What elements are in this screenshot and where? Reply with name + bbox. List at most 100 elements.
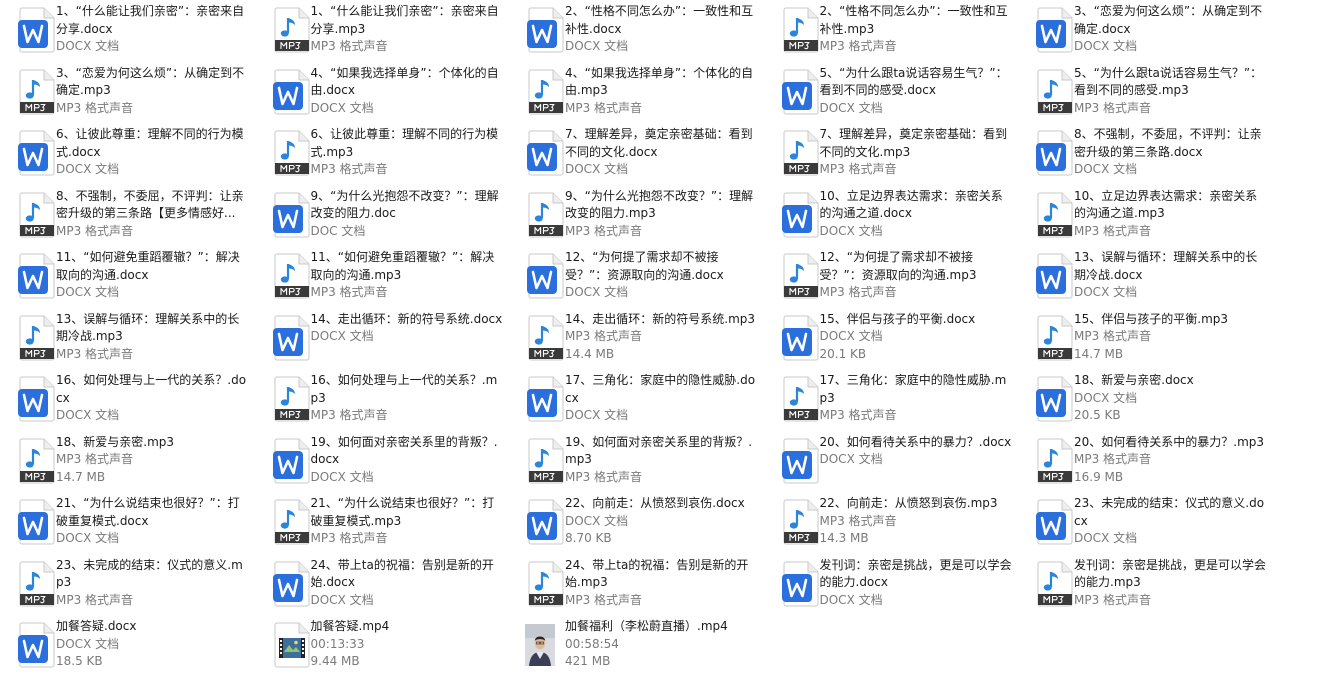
file-item[interactable]: 6、让彼此尊重：理解不同的行为模式.docx DOCX 文档: [0, 125, 250, 186]
file-item[interactable]: 6、让彼此尊重：理解不同的行为模式.mp3 MP3 格式声音: [255, 125, 505, 186]
file-item[interactable]: 1、“什么能让我们亲密”：亲密来自分享.docx DOCX 文档: [0, 2, 250, 63]
word-document-icon: [1034, 375, 1076, 423]
file-name: 20、如何看待关系中的暴力？.docx: [819, 434, 1012, 449]
file-type-label: DOCX 文档: [310, 592, 374, 607]
file-item[interactable]: 12、“为何提了需求却不被接受？”：资源取向的沟通.docx DOCX 文档: [509, 248, 759, 309]
file-text: 3、“恋爱为何这么烦”：从确定到不确定.docx DOCX 文档: [1074, 3, 1266, 56]
file-item[interactable]: 9、“为什么光抱怨不改变？”：理解改变的阻力.mp3 MP3 格式声音: [509, 187, 759, 248]
file-item[interactable]: 17、三角化：家庭中的隐性威胁.mp3 MP3 格式声音: [764, 371, 1014, 432]
word-document-icon: [525, 252, 567, 300]
file-type-label: MP3 格式声音: [819, 162, 897, 176]
file-type-label: DOCX 文档: [56, 285, 120, 299]
file-item[interactable]: 18、新爱与亲密.mp3 MP3 格式声音 14.7 MB: [0, 433, 250, 494]
file-item[interactable]: 21、“为什么说结束也很好？”：打破重复模式.mp3 MP3 格式声音: [255, 494, 505, 555]
file-item[interactable]: 11、“如何避免重蹈覆辙？”：解决取向的沟通.mp3 MP3 格式声音: [255, 248, 505, 309]
file-item[interactable]: 15、伴侣与孩子的平衡.mp3 MP3 格式声音 14.7 MB: [1018, 310, 1268, 371]
mp3-audio-file-icon: [16, 191, 58, 239]
file-item[interactable]: 2、“性格不同怎么办”：一致性和互补性.docx DOCX 文档: [509, 2, 759, 63]
file-item[interactable]: 11、“如何避免重蹈覆辙？”：解决取向的沟通.docx DOCX 文档: [0, 248, 250, 309]
file-name: 19、如何面对亲密关系里的背叛？.docx: [310, 434, 498, 467]
file-name: 14、走出循环：新的符号系统.docx: [310, 311, 503, 326]
file-item[interactable]: 5、“为什么跟ta说话容易生气？”：看到不同的感受.docx DOCX 文档: [764, 64, 1014, 125]
file-text: 9、“为什么光抱怨不改变？”：理解改变的阻力.mp3 MP3 格式声音: [565, 188, 757, 241]
word-document-icon: [271, 314, 313, 362]
word-document-icon: [1034, 129, 1076, 177]
file-item[interactable]: 16、如何处理与上一代的关系？.docx DOCX 文档: [0, 371, 250, 432]
file-type-label: MP3 格式声音: [1074, 452, 1152, 466]
file-item[interactable]: 20、如何看待关系中的暴力？.docx DOCX 文档: [764, 433, 1014, 494]
file-item[interactable]: 4、“如果我选择单身”：个体化的自由.mp3 MP3 格式声音: [509, 64, 759, 125]
file-item[interactable]: 18、新爱与亲密.docx DOCX 文档 20.5 KB: [1018, 371, 1268, 432]
file-text: 6、让彼此尊重：理解不同的行为模式.docx DOCX 文档: [56, 126, 248, 179]
file-type-label: MP3 格式声音: [1074, 592, 1152, 607]
file-name: 7、理解差异，奠定亲密基础：看到不同的文化.mp3: [819, 127, 1008, 159]
file-text: 4、“如果我选择单身”：个体化的自由.docx DOCX 文档: [311, 65, 503, 118]
file-item[interactable]: 19、如何面对亲密关系里的背叛？.docx DOCX 文档: [255, 433, 505, 494]
file-item[interactable]: 14、走出循环：新的符号系统.mp3 MP3 格式声音 14.4 MB: [509, 310, 759, 371]
mp3-audio-file-icon: [271, 498, 313, 546]
file-item[interactable]: 20、如何看待关系中的暴力？.mp3 MP3 格式声音 16.9 MB: [1018, 433, 1268, 494]
word-document-icon: [780, 191, 822, 239]
file-item[interactable]: 12、“为何提了需求却不被接受？”：资源取向的沟通.mp3 MP3 格式声音: [764, 248, 1014, 309]
file-name: 加餐答疑.docx: [56, 619, 137, 633]
file-item[interactable]: 4、“如果我选择单身”：个体化的自由.docx DOCX 文档: [255, 64, 505, 125]
file-type-label: MP3 格式声音: [565, 592, 643, 607]
file-type-label: DOCX 文档: [310, 100, 374, 115]
file-item[interactable]: 加餐答疑.docx DOCX 文档 18.5 KB: [0, 617, 250, 678]
file-item[interactable]: 14、走出循环：新的符号系统.docx DOCX 文档: [255, 310, 505, 371]
file-text: 10、立足边界表达需求：亲密关系的沟通之道.docx DOCX 文档: [820, 188, 1012, 241]
file-type-label: DOCX 文档: [565, 408, 629, 422]
file-item[interactable]: 17、三角化：家庭中的隐性威胁.docx DOCX 文档: [509, 371, 759, 432]
file-item[interactable]: 13、误解与循环：理解关系中的长期冷战.docx DOCX 文档: [1018, 248, 1268, 309]
file-text: 7、理解差异，奠定亲密基础：看到不同的文化.mp3 MP3 格式声音: [820, 126, 1012, 179]
file-item[interactable]: 8、不强制，不委屈，不评判：让亲密升级的第三条路.docx DOCX 文档: [1018, 125, 1268, 186]
file-item[interactable]: 15、伴侣与孩子的平衡.docx DOCX 文档 20.1 KB: [764, 310, 1014, 371]
file-name: 18、新爱与亲密.docx: [1074, 373, 1194, 387]
file-type-label: DOCX 文档: [1074, 39, 1138, 53]
file-type-label: DOCX 文档: [565, 162, 629, 176]
file-item[interactable]: 23、未完成的结束：仪式的意义.docx DOCX 文档: [1018, 494, 1268, 555]
file-item[interactable]: 7、理解差异，奠定亲密基础：看到不同的文化.docx DOCX 文档: [509, 125, 759, 186]
file-text: 6、让彼此尊重：理解不同的行为模式.mp3 MP3 格式声音: [311, 126, 503, 179]
file-name: 24、带上ta的祝福：告别是新的开始.mp3: [565, 557, 749, 590]
file-item[interactable]: 加餐福利（李松蔚直播）.mp4 00:58:54 421 MB: [509, 617, 759, 678]
file-item[interactable]: 7、理解差异，奠定亲密基础：看到不同的文化.mp3 MP3 格式声音: [764, 125, 1014, 186]
file-item[interactable]: 3、“恋爱为何这么烦”：从确定到不确定.mp3 MP3 格式声音: [0, 64, 250, 125]
file-text: 4、“如果我选择单身”：个体化的自由.mp3 MP3 格式声音: [565, 65, 757, 118]
file-type-label: MP3 格式声音: [56, 100, 134, 115]
file-item[interactable]: 8、不强制，不委屈，不评判：让亲密升级的第三条路【更多情感好... MP3 格式声…: [0, 187, 250, 248]
file-size-label: 14.3 MB: [819, 531, 869, 545]
mp3-audio-file-icon: [780, 375, 822, 423]
file-name: 1、“什么能让我们亲密”：亲密来自分享.mp3: [310, 4, 499, 36]
file-item[interactable]: 22、向前走：从愤怒到哀伤.mp3 MP3 格式声音 14.3 MB: [764, 494, 1014, 555]
file-name: 1、“什么能让我们亲密”：亲密来自分享.docx: [56, 4, 245, 36]
file-item[interactable]: 10、立足边界表达需求：亲密关系的沟通之道.mp3 MP3 格式声音: [1018, 187, 1268, 248]
file-item[interactable]: 19、如何面对亲密关系里的背叛？.mp3 MP3 格式声音: [509, 433, 759, 494]
word-document-icon: [16, 129, 58, 177]
file-text: 加餐答疑.docx DOCX 文档 18.5 KB: [56, 618, 248, 671]
file-item[interactable]: 23、未完成的结束：仪式的意义.mp3 MP3 格式声音: [0, 556, 250, 617]
file-text: 19、如何面对亲密关系里的背叛？.docx DOCX 文档: [311, 434, 503, 487]
file-type-label: MP3 格式声音: [565, 329, 643, 343]
file-item[interactable]: 24、带上ta的祝福：告别是新的开始.docx DOCX 文档: [255, 556, 505, 617]
mp3-audio-file-icon: [1034, 314, 1076, 362]
file-item[interactable]: 加餐答疑.mp4 00:13:33 9.44 MB: [255, 617, 505, 678]
file-item[interactable]: 21、“为什么说结束也很好？”：打破重复模式.docx DOCX 文档: [0, 494, 250, 555]
file-item[interactable]: 16、如何处理与上一代的关系？.mp3 MP3 格式声音: [255, 371, 505, 432]
file-item[interactable]: 发刊词：亲密是挑战，更是可以学会的能力.mp3 MP3 格式声音: [1018, 556, 1268, 617]
file-item[interactable]: 5、“为什么跟ta说话容易生气？”：看到不同的感受.mp3 MP3 格式声音: [1018, 64, 1268, 125]
file-item[interactable]: 22、向前走：从愤怒到哀伤.docx DOCX 文档 8.70 KB: [509, 494, 759, 555]
file-name: 7、理解差异，奠定亲密基础：看到不同的文化.docx: [565, 127, 753, 159]
file-item[interactable]: 13、误解与循环：理解关系中的长期冷战.mp3 MP3 格式声音: [0, 310, 250, 371]
file-text: 3、“恋爱为何这么烦”：从确定到不确定.mp3 MP3 格式声音: [56, 65, 248, 118]
file-item[interactable]: 10、立足边界表达需求：亲密关系的沟通之道.docx DOCX 文档: [764, 187, 1014, 248]
file-item[interactable]: 1、“什么能让我们亲密”：亲密来自分享.mp3 MP3 格式声音: [255, 2, 505, 63]
word-document-icon: [1034, 6, 1076, 54]
file-name: 5、“为什么跟ta说话容易生气？”：看到不同的感受.mp3: [1074, 65, 1263, 98]
file-item[interactable]: 2、“性格不同怎么办”：一致性和互补性.mp3 MP3 格式声音: [764, 2, 1014, 63]
file-item[interactable]: 9、“为什么光抱怨不改变？”：理解改变的阻力.doc DOC 文档: [255, 187, 505, 248]
word-document-icon: [16, 621, 58, 669]
file-item[interactable]: 3、“恋爱为何这么烦”：从确定到不确定.docx DOCX 文档: [1018, 2, 1268, 63]
file-item[interactable]: 发刊词：亲密是挑战，更是可以学会的能力.docx DOCX 文档: [764, 556, 1014, 617]
file-item[interactable]: 24、带上ta的祝福：告别是新的开始.mp3 MP3 格式声音: [509, 556, 759, 617]
